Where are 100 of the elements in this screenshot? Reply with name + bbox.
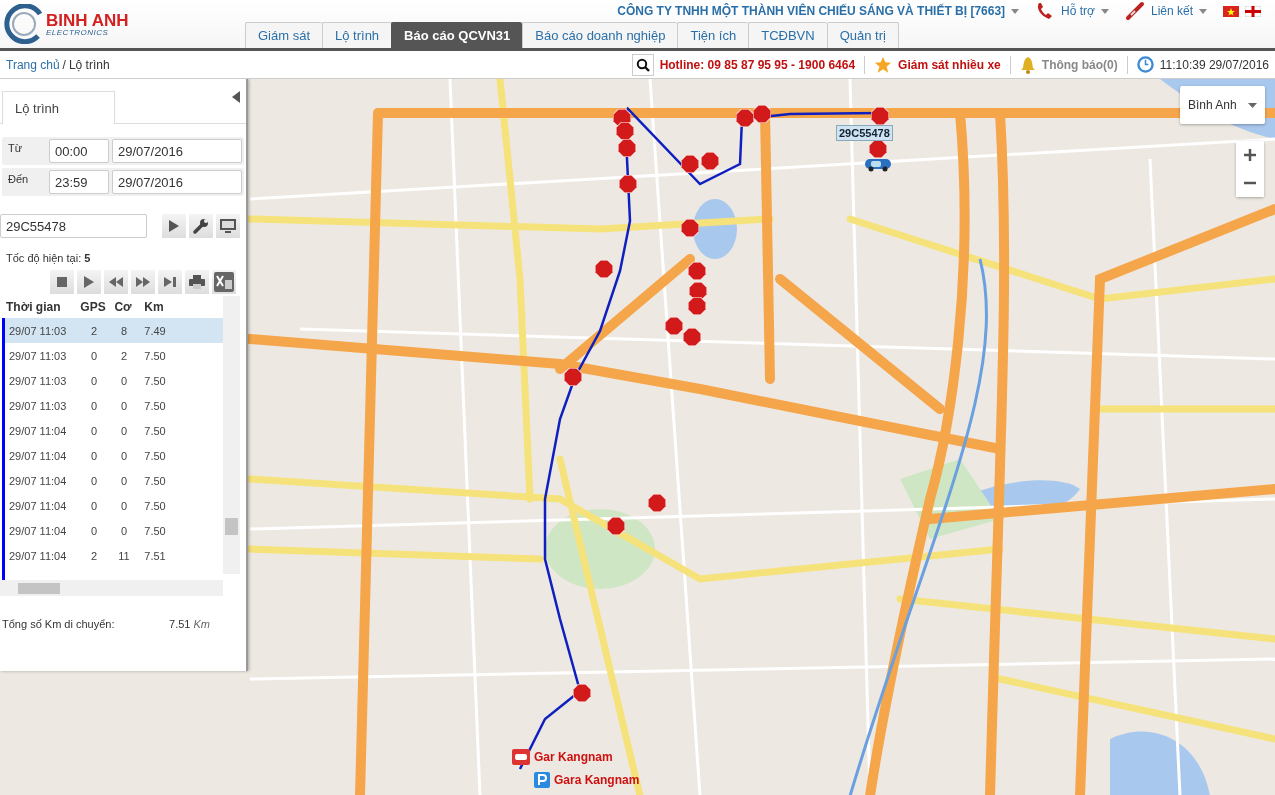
km-cell-text: 7.50 (143, 449, 167, 462)
print-button[interactable] (185, 270, 209, 294)
play-button[interactable] (162, 214, 186, 238)
stop-sign-icon[interactable] (688, 297, 706, 315)
vehicle-field[interactable]: 29C55478 (0, 214, 147, 238)
breadcrumb-link[interactable]: Trang chủ (6, 57, 60, 72)
rewind-button[interactable] (104, 270, 128, 294)
bell-icon (1019, 55, 1036, 74)
speed-cell-text: 0 (119, 374, 129, 387)
time-field[interactable]: 00:00 (49, 139, 109, 163)
skip-end-icon (164, 277, 176, 287)
speed-cell-text: 2 (119, 349, 129, 362)
table-row[interactable]: 29/07 11:04 0 0 7.50 (5, 468, 223, 493)
vietnam-flag-icon[interactable] (1223, 5, 1239, 17)
stop-sign-icon[interactable] (607, 517, 625, 535)
excel-button[interactable] (212, 270, 236, 294)
caret-icon[interactable] (1011, 8, 1020, 14)
nav-tab[interactable]: Quản trị (826, 22, 899, 48)
stop-sign-icon[interactable] (683, 328, 701, 346)
nav-tab[interactable]: Tiện ích (677, 22, 749, 48)
table-row[interactable]: 29/07 11:04 2 11 7.51 (5, 543, 223, 568)
stop-sign-icon[interactable] (618, 139, 636, 157)
date-field[interactable]: 29/07/2016 (112, 139, 242, 163)
range-label: Đến (7, 172, 30, 185)
monitor-button[interactable] (216, 214, 240, 238)
map-type-dropdown[interactable]: Bình Anh (1180, 86, 1265, 124)
stop-sign-icon[interactable] (871, 107, 889, 125)
company-logo[interactable]: BINH ANH ELECTRONICS (0, 0, 245, 48)
fast-forward-button[interactable] (131, 270, 155, 294)
km-cell-text: 7.50 (143, 424, 167, 437)
gps-cell-text: 0 (89, 349, 99, 362)
england-flag-icon[interactable] (1245, 5, 1261, 17)
zoom-in-button[interactable] (1236, 141, 1264, 169)
stop-sign-icon[interactable] (573, 684, 591, 702)
nav-tab[interactable]: Lộ trình (322, 22, 392, 48)
search-icon (635, 57, 650, 72)
table-row[interactable]: 29/07 11:04 0 0 7.50 (5, 493, 223, 518)
nav-tab[interactable]: Giám sát (245, 22, 322, 48)
time-cell-text: 29/07 11:04 (8, 499, 68, 512)
stop-sign-icon[interactable] (681, 155, 699, 173)
car-icon[interactable] (864, 156, 892, 172)
time-field[interactable]: 23:59 (49, 170, 109, 194)
zoom-out-button[interactable] (1236, 169, 1264, 197)
speed-cell-text: 0 (119, 499, 129, 512)
table-row[interactable]: 29/07 11:03 0 2 7.50 (5, 343, 223, 368)
multi-vehicle-link[interactable]: Giám sát nhiều xe (898, 57, 1001, 72)
place-label[interactable]: Gar Kangnam (534, 750, 613, 764)
collapse-icon[interactable] (232, 91, 240, 103)
table-row[interactable]: 29/07 11:03 0 0 7.50 (5, 393, 223, 418)
logo-name: BINH ANH (46, 11, 129, 29)
stop-sign-icon[interactable] (595, 260, 613, 278)
skip-end-button[interactable] (158, 270, 182, 294)
gps-cell-text: 0 (89, 524, 99, 537)
table-row[interactable]: 29/07 11:03 0 0 7.50 (5, 368, 223, 393)
stop-sign-icon[interactable] (665, 317, 683, 335)
table-row[interactable]: 29/07 11:04 0 0 7.50 (5, 418, 223, 443)
stop-sign-icon[interactable] (648, 494, 666, 512)
nav-tab[interactable]: Báo cáo doanh nghiệp (522, 22, 678, 48)
play-button[interactable] (77, 270, 101, 294)
panel-tab[interactable]: Lộ trình (2, 91, 115, 124)
horizontal-scrollbar[interactable] (0, 580, 223, 596)
stop-sign-icon[interactable] (688, 262, 706, 280)
stop-sign-icon[interactable] (869, 140, 887, 158)
time-cell-text: 29/07 11:03 (8, 349, 68, 362)
nav-tab[interactable]: Báo cáo QCVN31 (391, 22, 523, 48)
stop-button[interactable] (50, 270, 74, 294)
date-field[interactable]: 29/07/2016 (112, 170, 242, 194)
nav-tab[interactable]: TCĐBVN (748, 22, 827, 48)
vehicle-label[interactable]: 29C55478 (836, 125, 893, 141)
stop-sign-icon[interactable] (619, 175, 637, 193)
support-menu[interactable]: Hỗ trợ (1061, 4, 1095, 18)
stop-sign-icon[interactable] (753, 105, 771, 123)
table-row[interactable]: 29/07 11:03 2 8 7.49 (5, 318, 223, 343)
links-menu[interactable]: Liên kết (1150, 4, 1193, 18)
caret-icon[interactable] (1100, 8, 1109, 14)
plus-icon (1244, 149, 1256, 161)
table-row[interactable]: 29/07 11:04 0 0 7.50 (5, 443, 223, 468)
stop-sign-icon[interactable] (701, 152, 719, 170)
caret-icon[interactable] (1199, 8, 1207, 14)
stop-sign-icon[interactable] (616, 122, 634, 140)
notifications-link[interactable]: Thông báo(0) (1041, 57, 1118, 72)
stop-sign-icon[interactable] (736, 109, 754, 127)
table-row[interactable]: 29/07 11:04 0 0 7.50 (5, 518, 223, 543)
gps-cell-text: 0 (89, 474, 99, 487)
time-cell-text: 29/07 11:03 (8, 399, 68, 412)
time-cell-text: 29/07 11:04 (8, 424, 68, 437)
vertical-scrollbar[interactable] (223, 296, 240, 574)
speed-label: Tốc độ hiện tại: (6, 252, 82, 264)
km-cell-text: 7.50 (143, 524, 167, 537)
stop-sign-icon[interactable] (564, 368, 582, 386)
stop-icon (57, 277, 67, 287)
star-icon (874, 55, 893, 74)
stop-sign-icon[interactable] (681, 219, 699, 237)
settings-button[interactable] (189, 214, 213, 238)
place-label[interactable]: Gara Kangnam (554, 773, 640, 787)
search-button[interactable] (631, 53, 654, 76)
company-menu[interactable]: CÔNG TY TNHH MỘT THÀNH VIÊN CHIẾU SÁNG VÀ THIẾT BỊ [7663] (617, 4, 1006, 18)
fast-forward-icon (136, 277, 150, 287)
play-icon (84, 276, 94, 288)
stop-sign-icon[interactable] (689, 282, 707, 300)
